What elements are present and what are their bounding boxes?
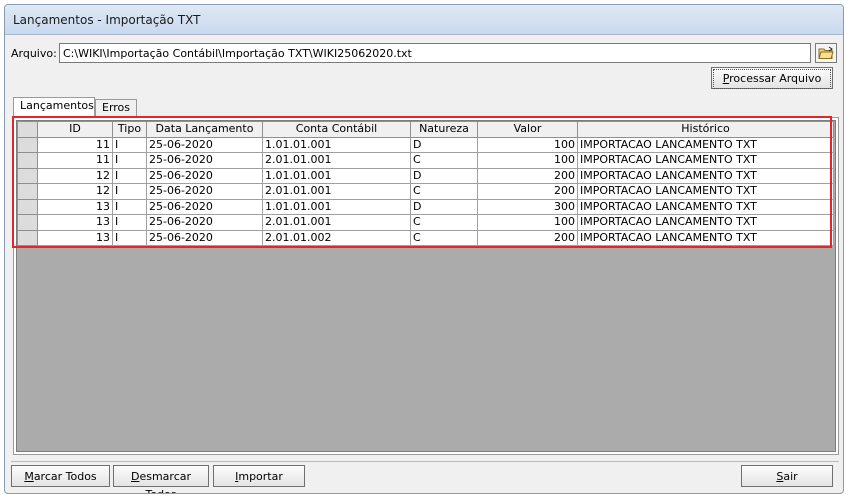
cell-historico: IMPORTACAO LANCAMENTO TXT — [577, 198, 834, 215]
row-indicator-header — [17, 121, 38, 138]
cell-tipo: I — [112, 229, 147, 246]
processar-arquivo-button[interactable]: Processar Arquivo — [711, 67, 833, 89]
cell-data: 25-06-2020 — [146, 183, 263, 200]
arquivo-label: Arquivo: — [11, 47, 57, 60]
grid-header-row: ID Tipo Data Lançamento Conta Contábil N… — [17, 121, 834, 138]
cell-conta: 2.01.01.001 — [262, 214, 411, 231]
table-row[interactable]: 12 I 25-06-2020 1.01.01.001 D 200 IMPORTACAO L… — [17, 167, 834, 184]
cell-valor: 100 — [477, 214, 578, 231]
cell-tipo: I — [112, 136, 147, 153]
cell-historico: IMPORTACAO LANCAMENTO TXT — [577, 183, 834, 200]
cell-conta: 2.01.01.002 — [262, 229, 411, 246]
cell-id: 11 — [37, 136, 113, 153]
cell-id: 13 — [37, 214, 113, 231]
table-row[interactable]: 11 I 25-06-2020 1.01.01.001 D 100 IMPORTACAO L… — [17, 136, 834, 153]
cell-tipo: I — [112, 198, 147, 215]
cell-historico: IMPORTACAO LANCAMENTO TXT — [577, 152, 834, 169]
cell-valor: 200 — [477, 167, 578, 184]
cell-data: 25-06-2020 — [146, 214, 263, 231]
cell-data: 25-06-2020 — [146, 152, 263, 169]
row-indicator[interactable] — [17, 229, 38, 246]
importar-button[interactable]: Importar — [213, 465, 305, 487]
desmarcar-todos-button[interactable]: Desmarcar Todos — [113, 465, 209, 493]
arquivo-path-input[interactable] — [59, 43, 811, 63]
cell-historico: IMPORTACAO LANCAMENTO TXT — [577, 167, 834, 184]
cell-historico: IMPORTACAO LANCAMENTO TXT — [577, 229, 834, 246]
browse-file-button[interactable] — [815, 43, 837, 63]
cell-data: 25-06-2020 — [146, 167, 263, 184]
cell-id: 11 — [37, 152, 113, 169]
col-header-valor[interactable]: Valor — [477, 121, 578, 138]
cell-natureza: C — [410, 183, 478, 200]
table-row[interactable]: 13 I 25-06-2020 1.01.01.001 D 300 IMPORTACAO L… — [17, 198, 834, 215]
cell-natureza: D — [410, 167, 478, 184]
cell-data: 25-06-2020 — [146, 198, 263, 215]
row-indicator[interactable] — [17, 214, 38, 231]
cell-valor: 100 — [477, 136, 578, 153]
arquivo-row: Arquivo: — [11, 43, 839, 65]
sair-button[interactable]: Sair — [741, 465, 833, 487]
cell-natureza: C — [410, 229, 478, 246]
table-row[interactable]: 12 I 25-06-2020 2.01.01.001 C 200 IMPORTACAO L… — [17, 183, 834, 200]
cell-valor: 300 — [477, 198, 578, 215]
row-indicator[interactable] — [17, 167, 38, 184]
cell-valor: 200 — [477, 183, 578, 200]
cell-data: 25-06-2020 — [146, 136, 263, 153]
row-indicator[interactable] — [17, 136, 38, 153]
cell-valor: 200 — [477, 229, 578, 246]
row-indicator[interactable] — [17, 183, 38, 200]
cell-id: 12 — [37, 167, 113, 184]
lancamentos-panel: ID Tipo Data Lançamento Conta Contábil N… — [13, 117, 839, 455]
row-indicator[interactable] — [17, 198, 38, 215]
cell-natureza: D — [410, 198, 478, 215]
col-header-data[interactable]: Data Lançamento — [146, 121, 263, 138]
window-title: Lançamentos - Importação TXT — [5, 5, 843, 35]
cell-natureza: C — [410, 214, 478, 231]
import-window: Lançamentos - Importação TXT Arquivo: Pr… — [4, 4, 844, 494]
cell-historico: IMPORTACAO LANCAMENTO TXT — [577, 136, 834, 153]
tab-lancamentos[interactable]: Lançamentos — [13, 97, 95, 118]
marcar-todos-button[interactable]: Marcar Todos — [11, 465, 110, 487]
open-folder-icon — [818, 46, 834, 59]
cell-conta: 1.01.01.001 — [262, 136, 411, 153]
cell-historico: IMPORTACAO LANCAMENTO TXT — [577, 214, 834, 231]
col-header-conta[interactable]: Conta Contábil — [262, 121, 411, 138]
cell-tipo: I — [112, 152, 147, 169]
cell-tipo: I — [112, 167, 147, 184]
cell-id: 12 — [37, 183, 113, 200]
col-header-natureza[interactable]: Natureza — [410, 121, 478, 138]
col-header-tipo[interactable]: Tipo — [112, 121, 147, 138]
table-row[interactable]: 13 I 25-06-2020 2.01.01.001 C 100 IMPORTACAO L… — [17, 214, 834, 231]
cell-natureza: D — [410, 136, 478, 153]
col-header-historico[interactable]: Histórico — [577, 121, 834, 138]
cell-conta: 2.01.01.001 — [262, 152, 411, 169]
col-header-id[interactable]: ID — [37, 121, 113, 138]
cell-conta: 1.01.01.001 — [262, 198, 411, 215]
cell-tipo: I — [112, 183, 147, 200]
table-row[interactable]: 11 I 25-06-2020 2.01.01.001 C 100 IMPORTACAO L… — [17, 152, 834, 169]
lancamentos-table: ID Tipo Data Lançamento Conta Contábil N… — [17, 121, 834, 246]
cell-valor: 100 — [477, 152, 578, 169]
cell-natureza: C — [410, 152, 478, 169]
bottom-separator — [11, 461, 839, 462]
processar-arquivo-label: rocessar Arquivo — [729, 72, 822, 85]
cell-conta: 2.01.01.001 — [262, 183, 411, 200]
cell-id: 13 — [37, 198, 113, 215]
cell-id: 13 — [37, 229, 113, 246]
tab-erros[interactable]: Erros — [95, 99, 137, 117]
lancamentos-grid[interactable]: ID Tipo Data Lançamento Conta Contábil N… — [16, 120, 836, 452]
cell-conta: 1.01.01.001 — [262, 167, 411, 184]
cell-data: 25-06-2020 — [146, 229, 263, 246]
row-indicator[interactable] — [17, 152, 38, 169]
table-row[interactable]: 13 I 25-06-2020 2.01.01.002 C 200 IMPORTACAO L… — [17, 229, 834, 246]
cell-tipo: I — [112, 214, 147, 231]
